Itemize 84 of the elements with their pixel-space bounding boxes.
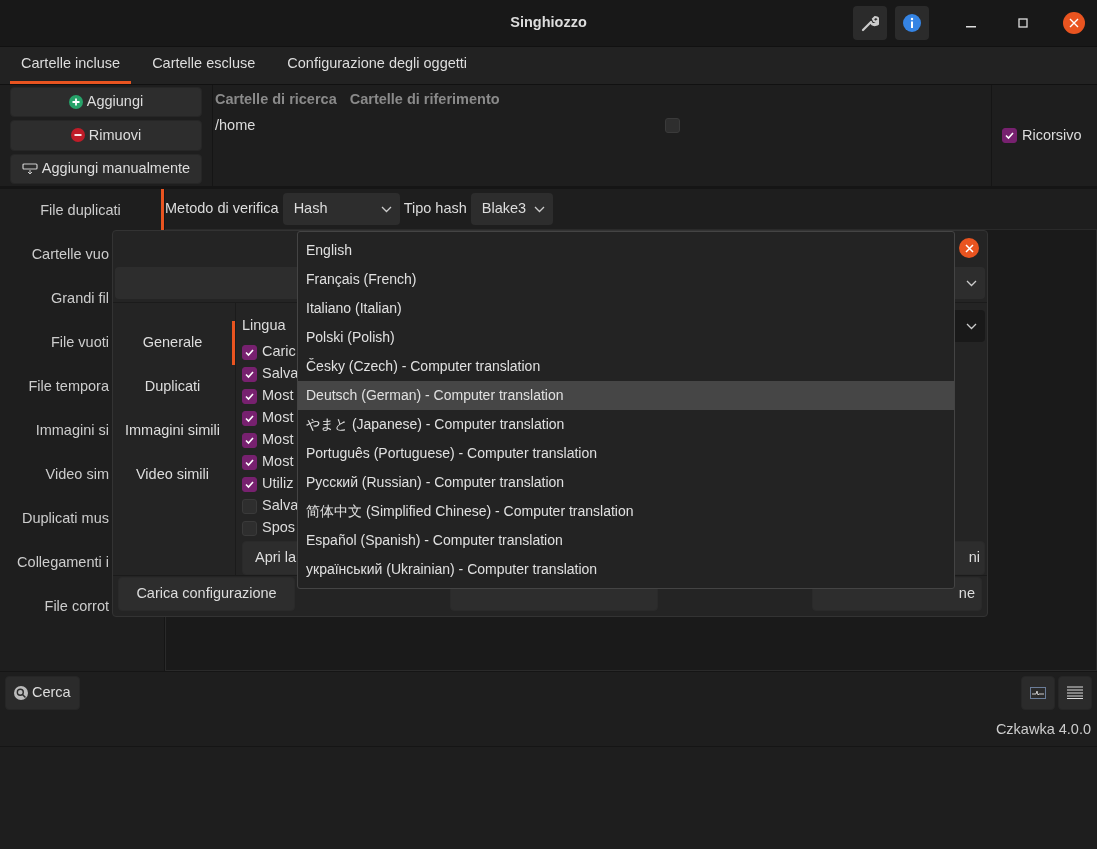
checkbox-label: Most bbox=[262, 408, 294, 428]
close-icon bbox=[1069, 18, 1079, 28]
tab[interactable]: Cartelle incluse bbox=[10, 47, 132, 84]
sidebar-item[interactable]: Grandi fil bbox=[0, 277, 112, 321]
checkbox-label: Utiliz bbox=[262, 474, 294, 494]
dialog-close-button[interactable] bbox=[959, 238, 979, 258]
window-title: Singhiozzo bbox=[510, 13, 587, 33]
checkbox[interactable] bbox=[665, 118, 680, 134]
checkbox[interactable] bbox=[242, 344, 257, 360]
search-button[interactable]: Cerca bbox=[5, 675, 80, 710]
settings-tab[interactable]: Immagini simili bbox=[113, 409, 235, 453]
menu-item[interactable]: Italiano (Italian) bbox=[298, 294, 954, 323]
settings-tab[interactable]: Duplicati bbox=[113, 365, 235, 409]
sidebar-item[interactable]: Video sim bbox=[0, 453, 112, 497]
lines-icon bbox=[1067, 686, 1083, 699]
column-header: Cartelle di riferimento bbox=[349, 90, 500, 109]
settings-tab[interactable]: Generale bbox=[113, 321, 235, 365]
chevron-icon bbox=[533, 205, 545, 213]
about-button[interactable] bbox=[895, 6, 929, 40]
menu-item[interactable]: Español (Spanish) - Computer translation bbox=[298, 526, 954, 555]
version-label: Czkawka 4.0.0 bbox=[995, 719, 1091, 739]
sidebar-item[interactable]: File corrot bbox=[0, 585, 112, 629]
hash-method-dropdown[interactable]: Hash bbox=[282, 193, 400, 225]
sidebar-item[interactable]: File tempora bbox=[0, 365, 112, 409]
chevron-icon bbox=[966, 279, 977, 287]
settings-tab[interactable]: Video simili bbox=[113, 453, 235, 497]
checkbox-label: Ricorsivo bbox=[1022, 125, 1082, 145]
menu-item[interactable]: Česky (Czech) - Computer translation bbox=[298, 352, 954, 381]
checkbox-label: Salva bbox=[262, 496, 299, 516]
remove-button[interactable]: Rimuovi bbox=[10, 120, 202, 151]
field-label: Metodo di verifica bbox=[165, 199, 279, 219]
hash-type-dropdown[interactable]: Blake3 bbox=[470, 193, 553, 225]
add-manually-button[interactable]: Aggiungi manualmente bbox=[10, 153, 202, 184]
maximize-icon bbox=[1018, 18, 1028, 28]
menu-item[interactable]: 简体中文 (Simplified Chinese) - Computer translation bbox=[298, 497, 954, 526]
close-icon bbox=[964, 243, 974, 253]
menu-item[interactable]: English bbox=[298, 236, 954, 265]
checkbox[interactable] bbox=[242, 454, 257, 470]
checkbox-label: Most bbox=[262, 430, 294, 450]
wrench-icon bbox=[861, 14, 879, 32]
field-label: Tipo hash bbox=[403, 199, 467, 219]
checkbox[interactable] bbox=[1002, 128, 1017, 143]
checkbox[interactable] bbox=[242, 476, 257, 492]
checkbox-label: Most bbox=[262, 452, 294, 472]
add-button[interactable]: Aggiungi bbox=[10, 87, 202, 118]
sidebar-item[interactable]: Duplicati mus bbox=[0, 497, 112, 541]
checkbox[interactable] bbox=[242, 366, 257, 382]
sidebar-item[interactable]: Cartelle vuo bbox=[0, 233, 112, 277]
minus-icon bbox=[70, 128, 85, 143]
field-label: Lingua bbox=[242, 316, 286, 336]
checkmark-icon bbox=[1004, 130, 1015, 141]
waveform-icon bbox=[1030, 686, 1046, 699]
close-button[interactable] bbox=[1063, 12, 1085, 34]
checkbox-label: Most bbox=[262, 386, 294, 406]
menu-item[interactable]: Deutsch (German) - Computer translation bbox=[298, 381, 954, 410]
menu-item[interactable]: Português (Portuguese) - Computer translation bbox=[298, 439, 954, 468]
input-icon bbox=[21, 161, 38, 176]
checkbox[interactable] bbox=[242, 388, 257, 404]
info-icon bbox=[903, 14, 921, 32]
chevron-icon bbox=[966, 322, 977, 330]
tab[interactable]: Cartelle escluse bbox=[141, 47, 267, 84]
tab[interactable]: Configurazione degli oggetti bbox=[276, 47, 479, 84]
checkbox-label: Caric bbox=[262, 342, 296, 362]
sidebar-item[interactable]: Collegamenti i bbox=[0, 541, 112, 585]
menu-item[interactable]: Français (French) bbox=[298, 265, 954, 294]
preview-toggle-button[interactable] bbox=[1021, 675, 1055, 710]
text-view-button[interactable] bbox=[1058, 675, 1092, 710]
checkbox[interactable] bbox=[242, 432, 257, 448]
minimize-icon bbox=[966, 26, 976, 28]
settings-button[interactable] bbox=[853, 6, 887, 40]
menu-item[interactable]: Русский (Russian) - Computer translation bbox=[298, 468, 954, 497]
chevron-icon bbox=[380, 205, 392, 213]
checkbox-label: Salva bbox=[262, 364, 299, 384]
menu-item[interactable]: Polski (Polish) bbox=[298, 323, 954, 352]
menu-item[interactable]: やまと (Japanese) - Computer translation bbox=[298, 410, 954, 439]
search-icon bbox=[14, 685, 28, 700]
sidebar-item[interactable]: File vuoti bbox=[0, 321, 112, 365]
sidebar-item[interactable]: Immagini si bbox=[0, 409, 112, 453]
plus-icon bbox=[68, 95, 83, 110]
load-config-button[interactable]: Carica configurazione bbox=[118, 577, 295, 611]
table-cell-text: /home bbox=[215, 115, 257, 135]
column-header: Cartelle di ricerca bbox=[215, 90, 337, 109]
checkbox-label: Spos bbox=[262, 518, 296, 538]
checkbox[interactable] bbox=[242, 410, 257, 426]
